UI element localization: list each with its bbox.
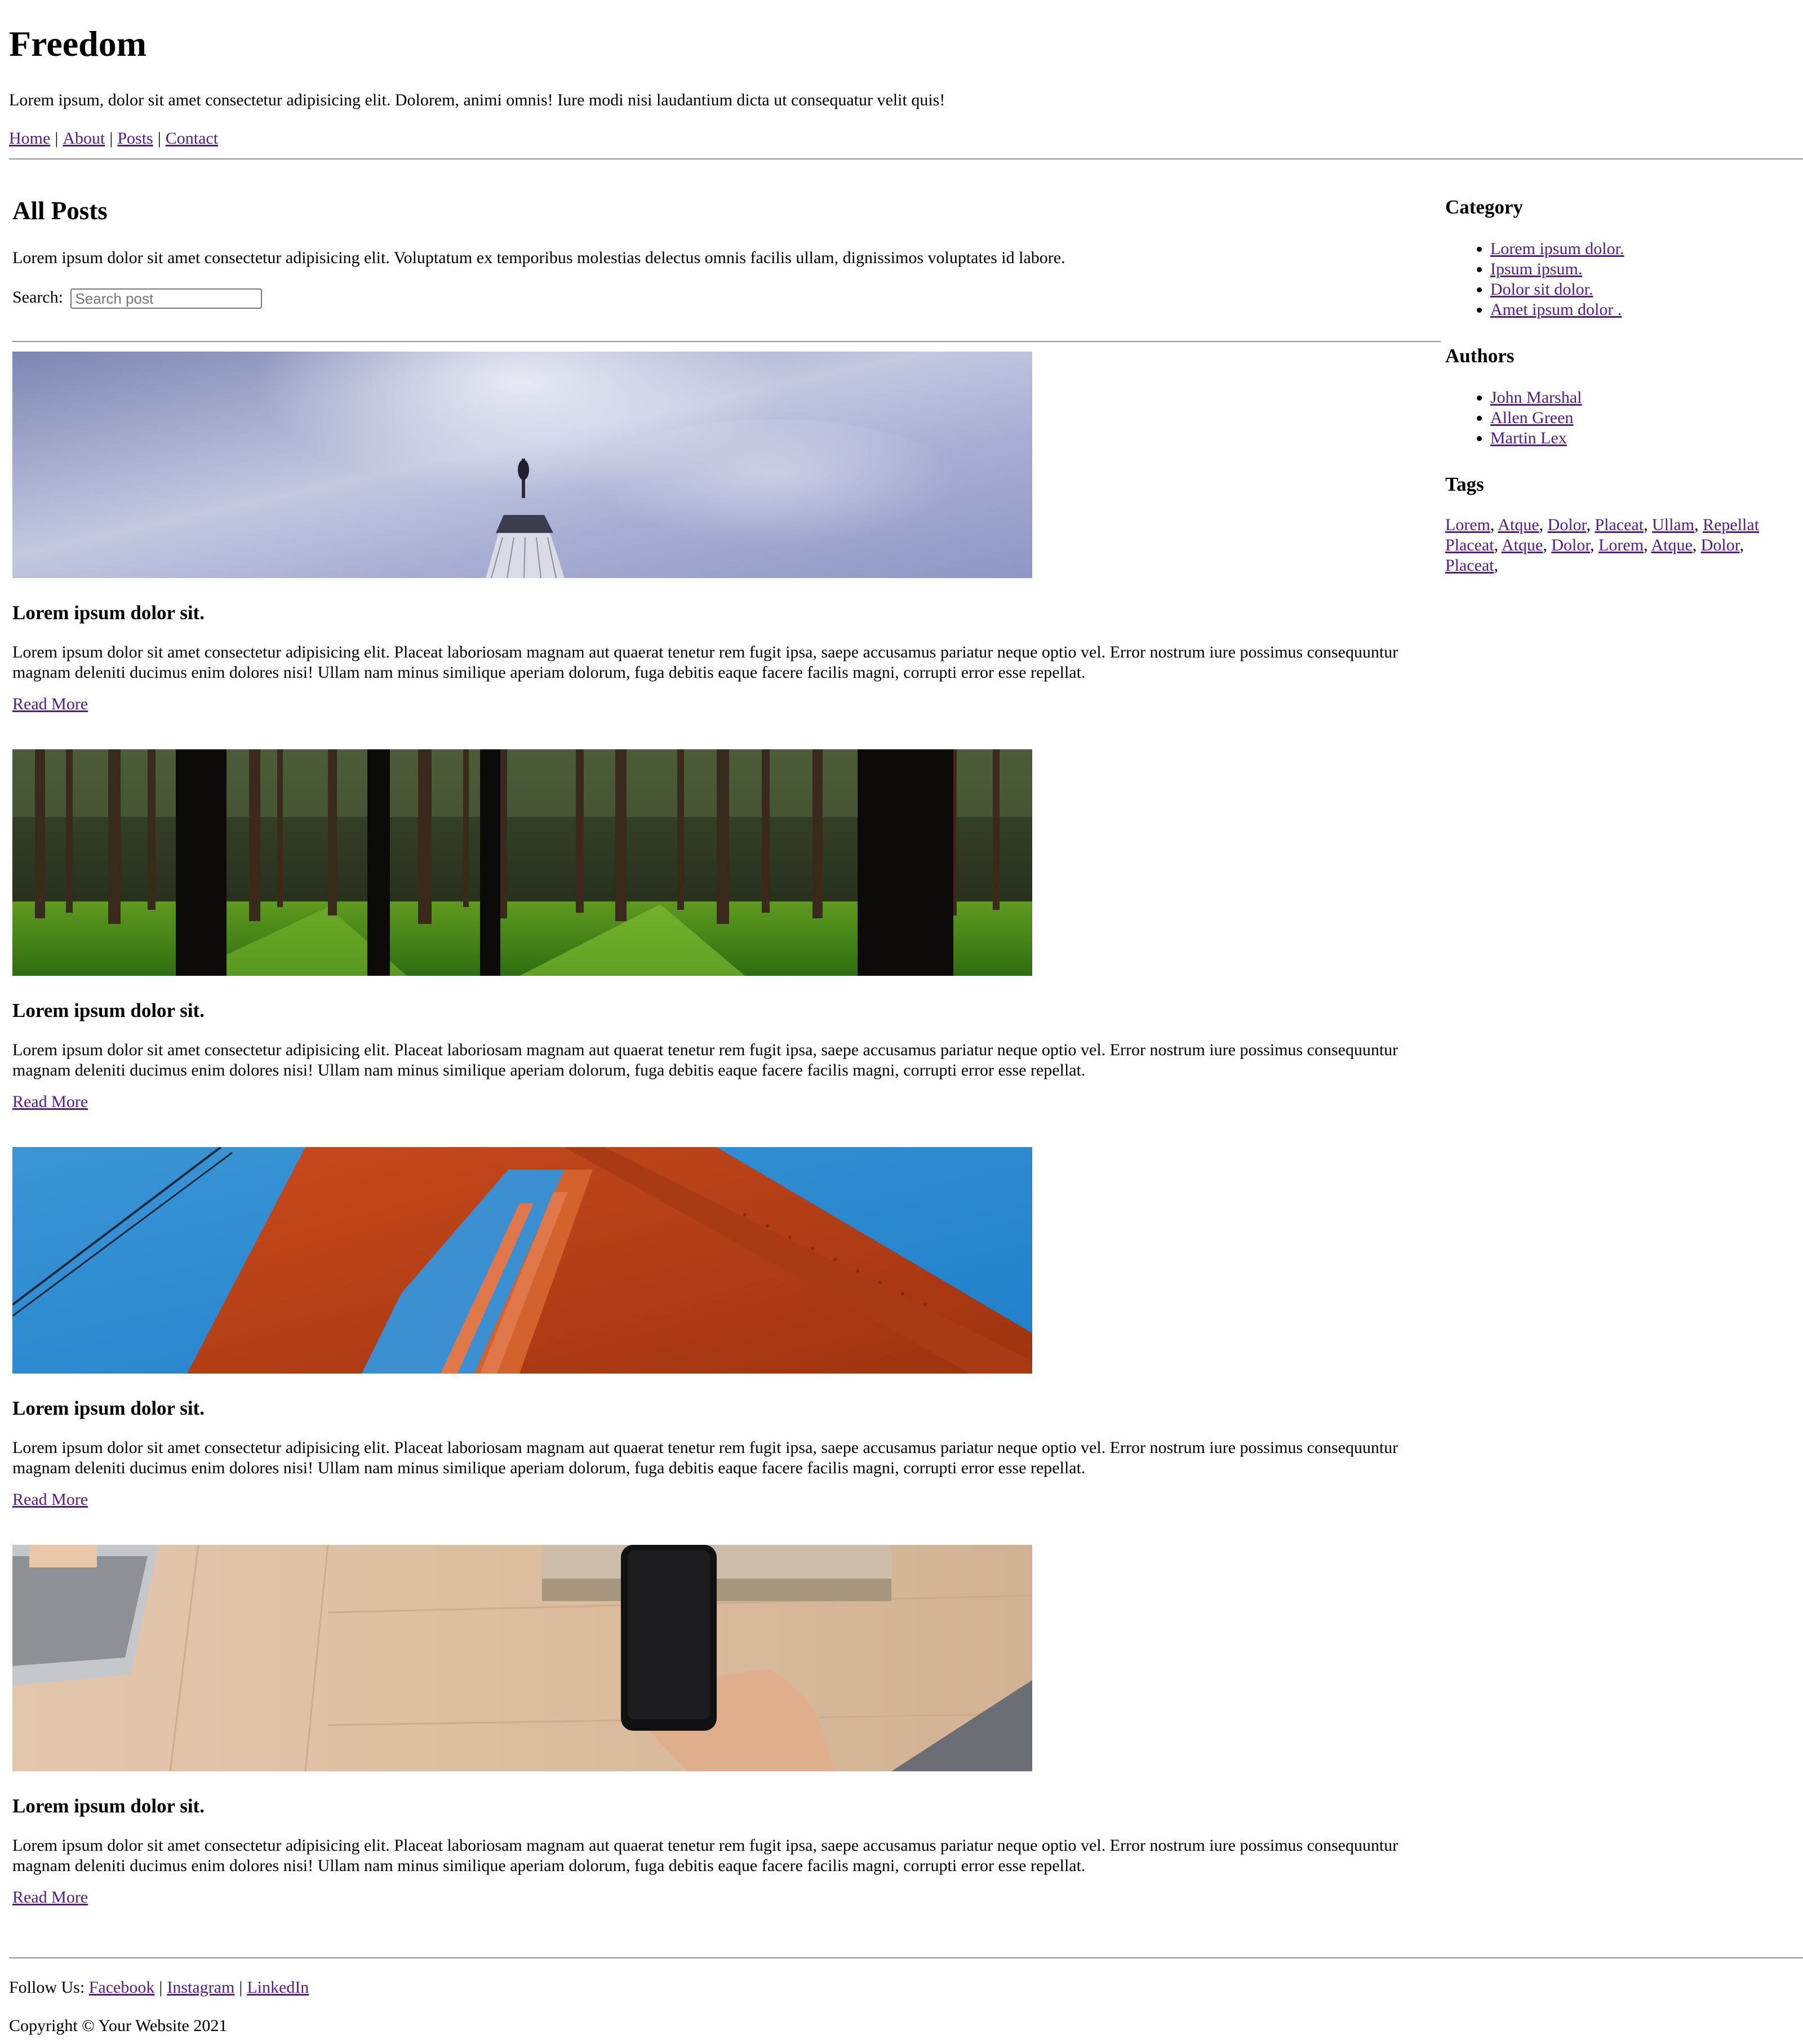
footer-divider [9, 1957, 1803, 1959]
category-list: Lorem ipsum dolor. Ipsum ipsum. Dolor si… [1445, 239, 1624, 320]
tag-link[interactable]: Dolor [1548, 516, 1587, 534]
tag-cloud: Lorem, Atque, Dolor, Placeat, Ullam, Rep… [1445, 516, 1760, 575]
category-link[interactable]: Amet ipsum dolor . [1490, 300, 1622, 319]
posts-divider [12, 341, 1441, 343]
follow-row: Follow Us: Facebook | Instagram | LinkedIn [9, 1976, 309, 1999]
author-item: Martin Lex [1490, 428, 1582, 448]
tag-link[interactable]: Placeat [1445, 536, 1494, 554]
category-link[interactable]: Lorem ipsum dolor. [1490, 239, 1624, 258]
search-row: Search: [12, 286, 263, 309]
tags-heading: Tags [1445, 473, 1484, 495]
post-excerpt: Lorem ipsum dolor sit amet consectetur a… [12, 643, 1398, 682]
tag-link[interactable]: Lorem [1598, 536, 1644, 554]
category-item: Ipsum ipsum. [1490, 259, 1624, 279]
tag-link[interactable]: Placeat [1445, 556, 1494, 575]
nav-link-about[interactable]: About [63, 129, 105, 148]
search-label: Search: [12, 288, 63, 306]
site-tagline: Lorem ipsum, dolor sit amet consectetur … [9, 91, 945, 109]
nav-separator: | [109, 129, 113, 148]
instagram-link[interactable]: Instagram [167, 1978, 234, 1997]
author-link[interactable]: Martin Lex [1490, 429, 1567, 447]
footer-separator: | [159, 1978, 163, 1997]
main-nav: Home | About | Posts | Contact [9, 127, 218, 150]
page-title: All Posts [12, 197, 108, 225]
nav-separator: | [55, 129, 59, 148]
category-item: Lorem ipsum dolor. [1490, 239, 1624, 259]
posts-intro: Lorem ipsum dolor sit amet consectetur a… [12, 248, 1065, 267]
author-link[interactable]: John Marshal [1490, 388, 1582, 407]
author-item: Allen Green [1490, 408, 1582, 428]
author-link[interactable]: Allen Green [1490, 408, 1573, 427]
category-link[interactable]: Ipsum ipsum. [1490, 260, 1582, 278]
category-item: Dolor sit dolor. [1490, 279, 1624, 300]
authors-list: John Marshal Allen Green Martin Lex [1445, 388, 1582, 448]
tag-link[interactable]: Dolor [1701, 536, 1740, 554]
post-card: Lorem ipsum dolor sit. Lorem ipsum dolor… [12, 1545, 1441, 1939]
nav-separator: | [157, 129, 161, 148]
read-more-link[interactable]: Read More [12, 693, 88, 716]
post-title: Lorem ipsum dolor sit. [12, 1795, 205, 1817]
post-excerpt: Lorem ipsum dolor sit amet consectetur a… [12, 1041, 1398, 1079]
post-image-forest [12, 749, 1032, 976]
copyright-text: Copyright © Your Website 2021 [9, 2016, 228, 2035]
post-title: Lorem ipsum dolor sit. [12, 999, 205, 1021]
post-image-skyscraper [12, 352, 1032, 578]
author-item: John Marshal [1490, 388, 1582, 408]
tag-link[interactable]: Atque [1651, 536, 1692, 554]
tag-link[interactable]: Repellat [1703, 516, 1759, 534]
header-divider [9, 158, 1803, 160]
linkedin-link[interactable]: LinkedIn [247, 1978, 309, 1997]
tag-link[interactable]: Atque [1502, 536, 1543, 554]
post-title: Lorem ipsum dolor sit. [12, 1397, 205, 1419]
post-title: Lorem ipsum dolor sit. [12, 602, 205, 624]
read-more-link[interactable]: Read More [12, 1488, 88, 1511]
read-more-link[interactable]: Read More [12, 1091, 88, 1113]
category-item: Amet ipsum dolor . [1490, 300, 1624, 320]
nav-link-contact[interactable]: Contact [166, 129, 218, 148]
tag-link[interactable]: Dolor [1551, 536, 1590, 554]
read-more-link[interactable]: Read More [12, 1886, 88, 1909]
footer-separator: | [239, 1978, 243, 1997]
tag-link[interactable]: Ullam [1652, 516, 1694, 534]
site-title: Freedom [9, 24, 147, 64]
post-excerpt: Lorem ipsum dolor sit amet consectetur a… [12, 1438, 1398, 1477]
post-card: Lorem ipsum dolor sit. Lorem ipsum dolor… [12, 749, 1441, 1144]
category-heading: Category [1445, 196, 1524, 218]
tag-link[interactable]: Placeat [1595, 516, 1644, 534]
post-card: Lorem ipsum dolor sit. Lorem ipsum dolor… [12, 1147, 1441, 1541]
nav-link-home[interactable]: Home [9, 129, 50, 148]
authors-heading: Authors [1445, 345, 1515, 367]
post-image-desk-phone [12, 1545, 1032, 1771]
post-image-bridge [12, 1147, 1032, 1374]
nav-link-posts[interactable]: Posts [117, 129, 153, 148]
post-card: Lorem ipsum dolor sit. Lorem ipsum dolor… [12, 352, 1441, 746]
follow-label: Follow Us: [9, 1978, 85, 1997]
tag-link[interactable]: Atque [1498, 516, 1539, 534]
facebook-link[interactable]: Facebook [89, 1978, 155, 1997]
search-input[interactable] [70, 288, 263, 309]
tag-link[interactable]: Lorem [1445, 516, 1490, 534]
category-link[interactable]: Dolor sit dolor. [1490, 280, 1593, 299]
post-excerpt: Lorem ipsum dolor sit amet consectetur a… [12, 1836, 1398, 1875]
